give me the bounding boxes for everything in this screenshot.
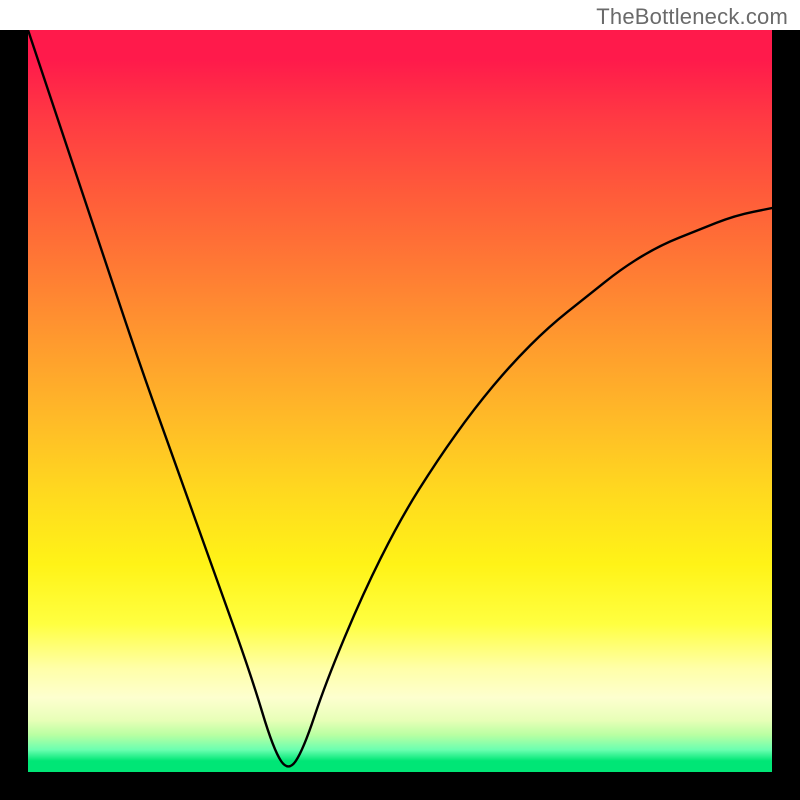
chart-frame: [0, 30, 800, 800]
plot-area: [28, 30, 772, 772]
bottleneck-curve: [28, 30, 772, 772]
chart-stage: TheBottleneck.com: [0, 0, 800, 800]
watermark-text: TheBottleneck.com: [596, 4, 788, 30]
